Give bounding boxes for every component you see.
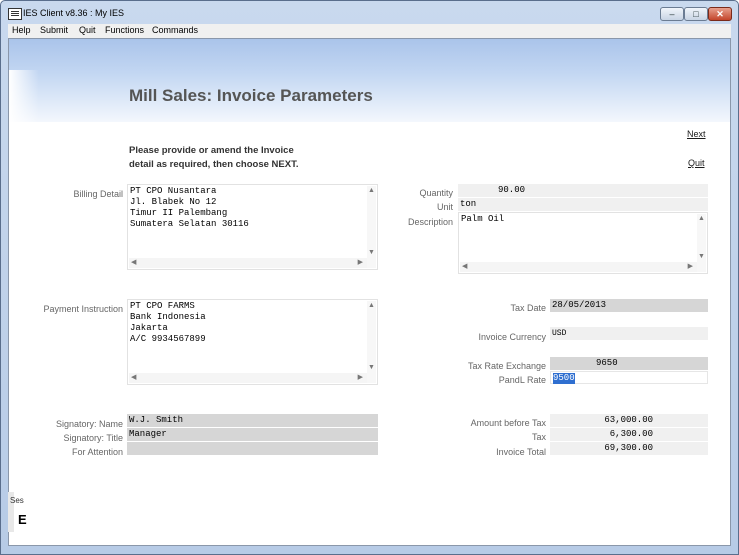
signatory-name-value: W.J. Smith <box>129 415 184 425</box>
pandl-rate-value: 9500 <box>553 373 575 384</box>
signatory-name-field[interactable]: W.J. Smith <box>127 414 378 427</box>
scroll-right-icon: ▶ <box>357 374 363 381</box>
side-panel-label: Ses <box>10 496 24 505</box>
vertical-scrollbar[interactable]: ▲ ▼ <box>367 301 376 383</box>
tax-date-label: Tax Date <box>510 303 546 313</box>
unit-field[interactable]: ton <box>458 198 708 211</box>
window-title: IES Client v8.36 : My IES <box>23 8 125 18</box>
signatory-title-field[interactable]: Manager <box>127 428 378 441</box>
header-banner <box>9 39 730 122</box>
instruction-text-line2: detail as required, then choose NEXT. <box>129 159 299 170</box>
scroll-left-icon: ◀ <box>131 259 137 266</box>
scroll-left-icon: ◀ <box>462 263 468 270</box>
payment-instruction-textarea[interactable]: PT CPO FARMS Bank Indonesia Jakarta A/C … <box>127 299 378 385</box>
scroll-up-icon: ▲ <box>698 215 705 222</box>
pandl-rate-label: PandL Rate <box>498 375 546 385</box>
tax-field[interactable]: 6,300.00 <box>550 428 708 441</box>
instruction-text-line1: Please provide or amend the Invoice <box>129 145 294 156</box>
for-attention-field[interactable] <box>127 442 378 455</box>
unit-label: Unit <box>436 202 453 212</box>
menu-bar: Help Submit Quit Functions Commands <box>8 24 731 38</box>
scroll-down-icon: ▼ <box>698 253 705 260</box>
vertical-scrollbar[interactable]: ▲ ▼ <box>697 214 706 272</box>
signatory-title-value: Manager <box>129 429 167 439</box>
title-bar[interactable]: IES Client v8.36 : My IES – □ ✕ <box>0 0 739 22</box>
quantity-value: 90.00 <box>498 185 526 195</box>
minimize-icon: – <box>669 9 675 19</box>
billing-detail-label: Billing Detail <box>73 189 123 199</box>
unit-value: ton <box>460 199 477 209</box>
scroll-up-icon: ▲ <box>368 302 375 309</box>
amount-before-tax-field[interactable]: 63,000.00 <box>550 414 708 427</box>
menu-functions[interactable]: Functions <box>105 25 144 35</box>
amount-before-tax-value: 63,000.00 <box>604 415 653 425</box>
page-title: Mill Sales: Invoice Parameters <box>129 86 373 105</box>
pandl-rate-input[interactable]: 9500 <box>550 371 708 384</box>
tax-rate-exchange-field[interactable]: 9650 <box>550 357 708 370</box>
description-textarea[interactable]: Palm Oil ▲ ▼ ◀ ▶ <box>458 212 708 274</box>
quantity-field[interactable]: 90.00 <box>458 184 708 197</box>
banner-fade <box>9 70 39 122</box>
tax-rate-exchange-label: Tax Rate Exchange <box>467 361 546 371</box>
description-value: Palm Oil <box>461 214 505 224</box>
menu-quit[interactable]: Quit <box>79 25 96 35</box>
quit-link[interactable]: Quit <box>688 158 705 168</box>
menu-commands[interactable]: Commands <box>152 25 198 35</box>
close-icon: ✕ <box>716 9 724 19</box>
tax-rate-exchange-value: 9650 <box>596 358 618 368</box>
signatory-title-label: Signatory: Title <box>63 433 123 443</box>
scroll-right-icon: ▶ <box>687 263 693 270</box>
horizontal-scrollbar[interactable]: ◀ ▶ <box>129 373 367 383</box>
amount-before-tax-label: Amount before Tax <box>470 418 546 428</box>
next-link[interactable]: Next <box>687 129 706 139</box>
app-icon <box>8 8 22 20</box>
invoice-currency-value: USD <box>552 329 567 338</box>
scroll-down-icon: ▼ <box>368 364 375 371</box>
for-attention-label: For Attention <box>71 447 123 457</box>
menu-help[interactable]: Help <box>12 25 31 35</box>
horizontal-scrollbar[interactable]: ◀ ▶ <box>129 258 367 268</box>
maximize-button[interactable]: □ <box>684 7 708 21</box>
description-label: Description <box>407 217 453 227</box>
scroll-left-icon: ◀ <box>131 374 137 381</box>
tax-value: 6,300.00 <box>609 429 653 439</box>
invoice-total-field[interactable]: 69,300.00 <box>550 442 708 455</box>
menu-submit[interactable]: Submit <box>40 25 68 35</box>
payment-instruction-value: PT CPO FARMS Bank Indonesia Jakarta A/C … <box>130 301 206 344</box>
quantity-label: Quantity <box>419 188 453 198</box>
invoice-currency-label: Invoice Currency <box>478 332 546 342</box>
invoice-currency-field[interactable]: USD <box>550 327 708 340</box>
minimize-button[interactable]: – <box>660 7 684 21</box>
tax-date-value: 28/05/2013 <box>552 300 607 310</box>
billing-detail-value: PT CPO Nusantara Jl. Blabek No 12 Timur … <box>130 186 249 229</box>
invoice-total-value: 69,300.00 <box>604 443 653 453</box>
scroll-right-icon: ▶ <box>357 259 363 266</box>
scroll-down-icon: ▼ <box>368 249 375 256</box>
tax-label: Tax <box>531 432 546 442</box>
close-button[interactable]: ✕ <box>708 7 732 21</box>
side-panel-glyph: E <box>18 512 27 527</box>
tax-date-field[interactable]: 28/05/2013 <box>550 299 708 312</box>
vertical-scrollbar[interactable]: ▲ ▼ <box>367 186 376 268</box>
signatory-name-label: Signatory: Name <box>55 419 123 429</box>
maximize-icon: □ <box>693 9 699 19</box>
payment-instruction-label: Payment Instruction <box>43 304 123 314</box>
horizontal-scrollbar[interactable]: ◀ ▶ <box>460 262 697 272</box>
invoice-total-label: Invoice Total <box>496 447 546 457</box>
